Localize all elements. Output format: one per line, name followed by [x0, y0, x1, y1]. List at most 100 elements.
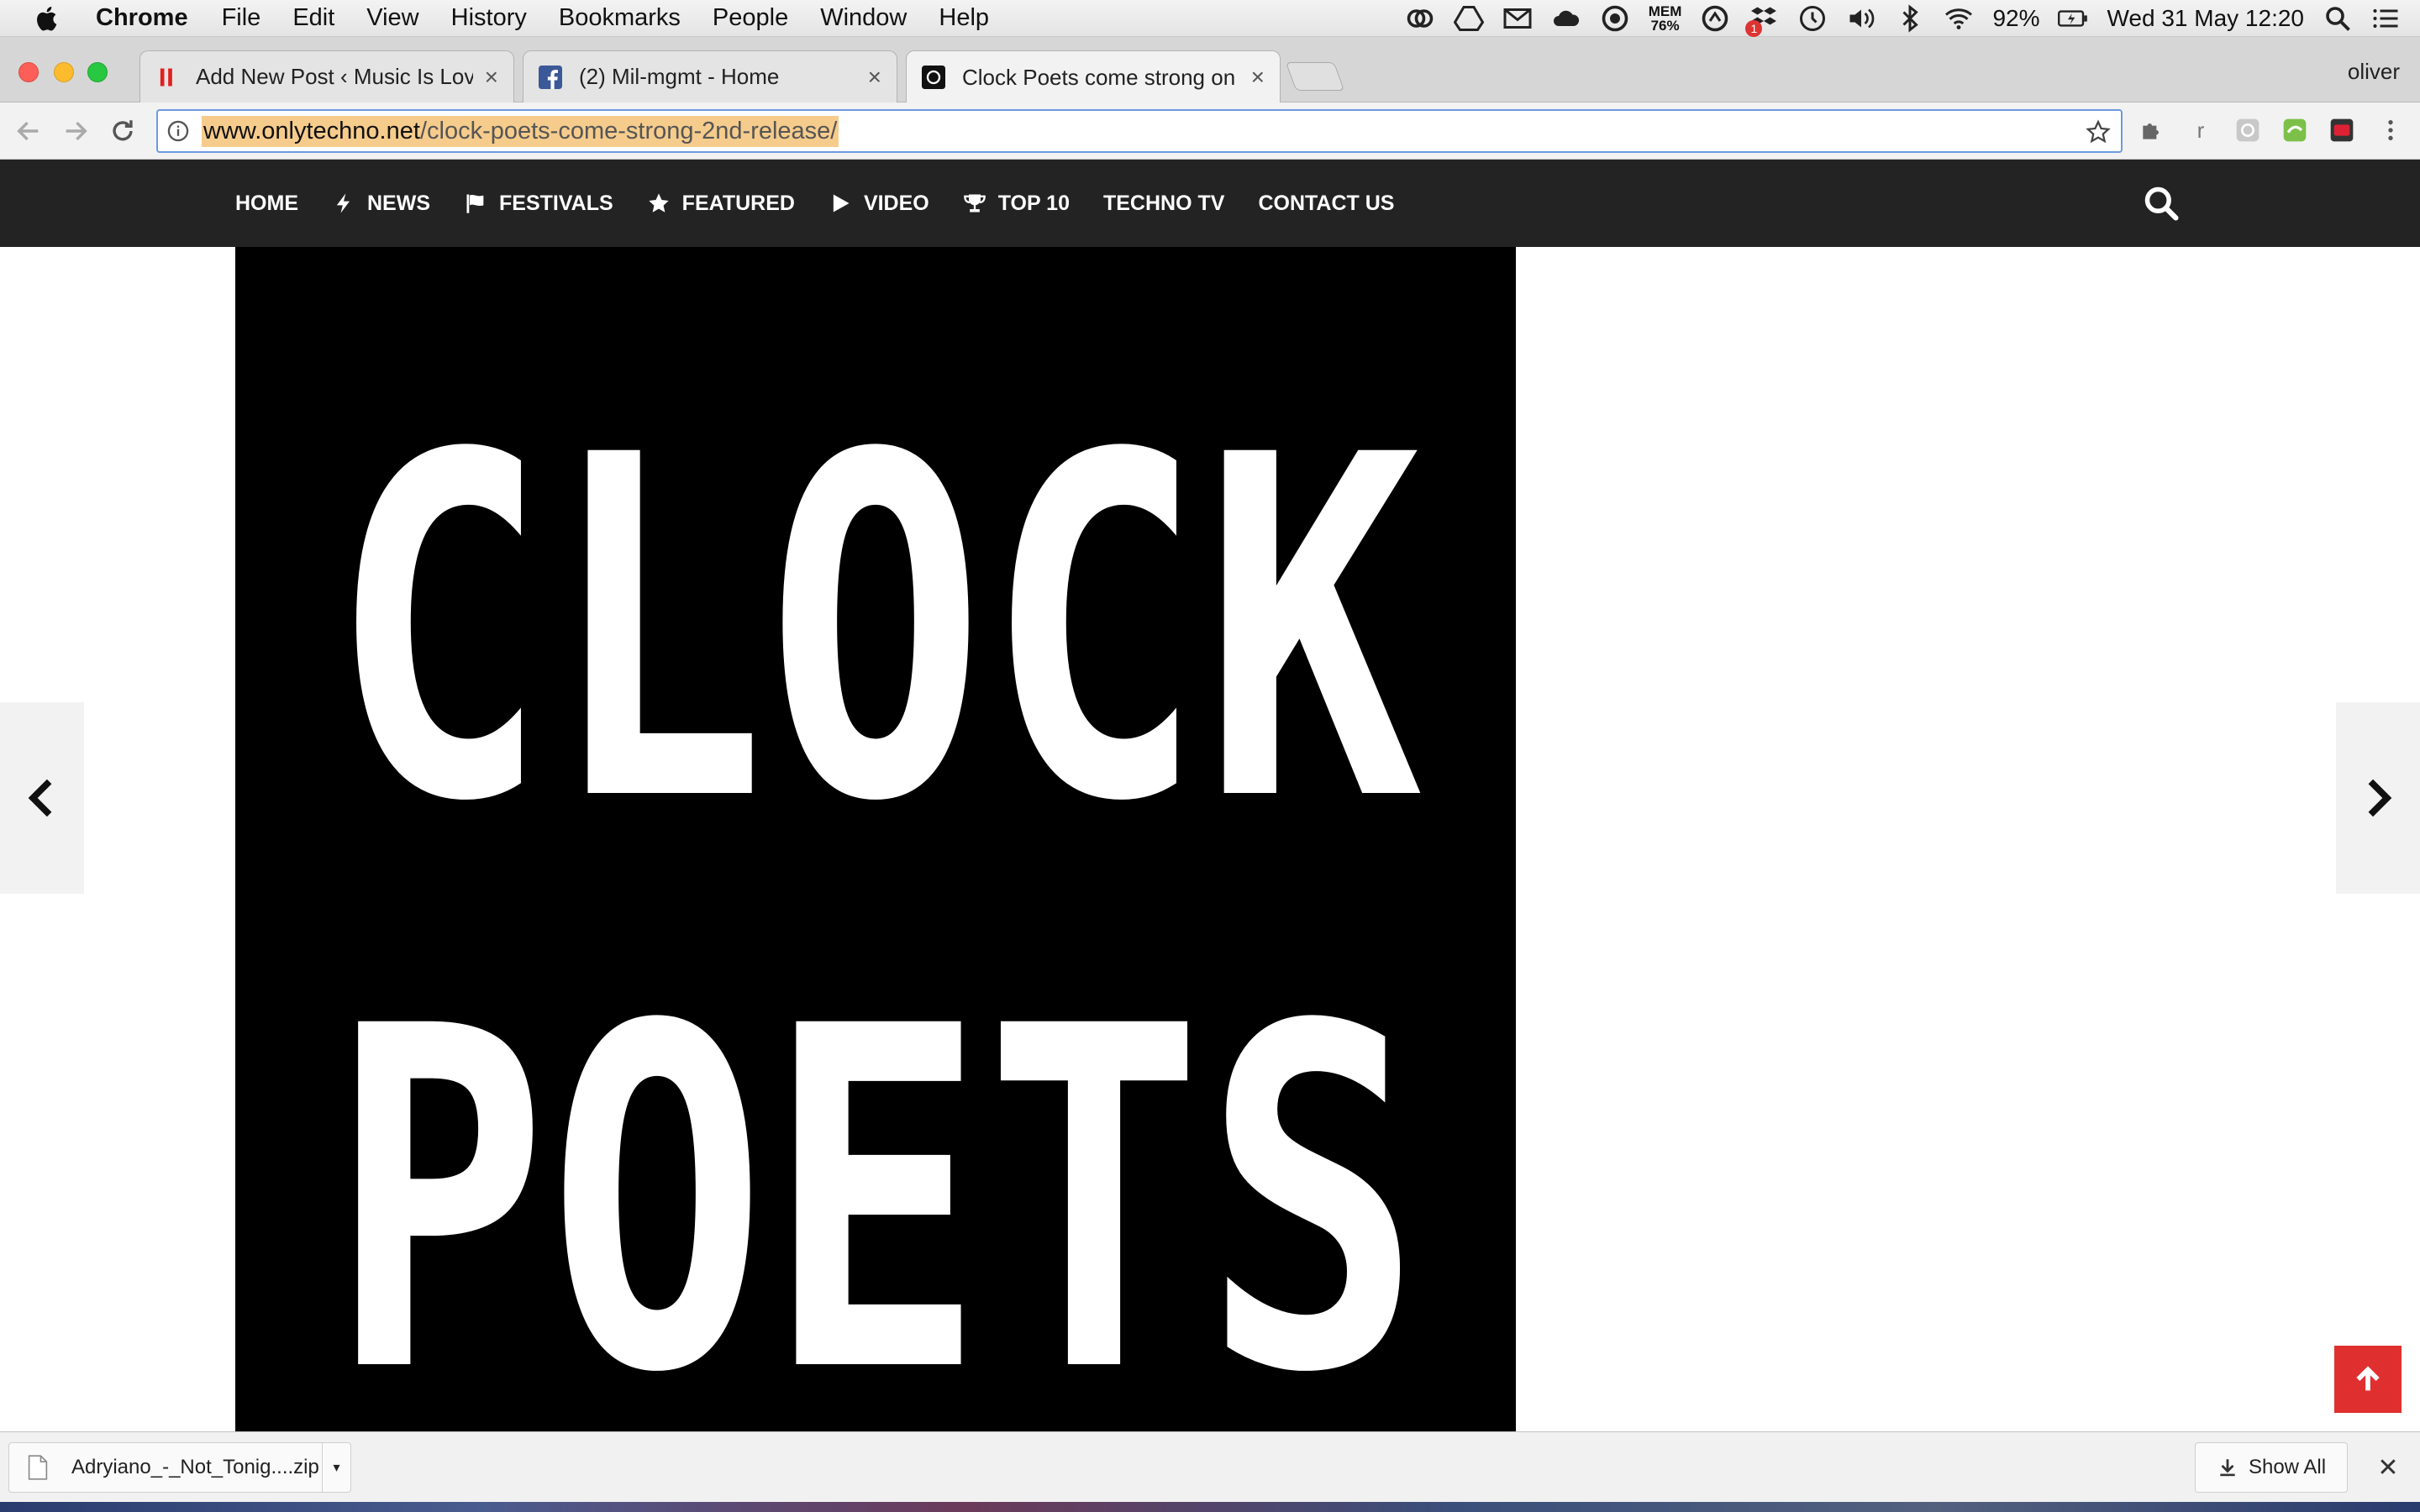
nav-label: NEWS: [367, 191, 430, 215]
tab-close-icon[interactable]: ×: [485, 64, 498, 91]
tab-strip: Add New Post ‹ Music Is Love — WordPress…: [0, 37, 2420, 103]
macos-menubar: Chrome File Edit View History Bookmarks …: [0, 0, 2420, 37]
nav-featured[interactable]: FEATURED: [647, 192, 795, 216]
desktop-wallpaper-strip: [0, 1502, 2420, 1512]
browser-toolbar: www.onlytechno.net/clock-poets-come-stro…: [0, 102, 2420, 160]
site-nav-bar: HOME NEWS FESTIVALS FEATURED VIDEO TOP 1…: [0, 160, 2420, 247]
istat-eye-icon[interactable]: [1600, 3, 1630, 34]
forward-arrow-icon[interactable]: [60, 116, 91, 146]
url-host: www.onlytechno.net: [203, 117, 420, 144]
nav-label: VIDEO: [863, 191, 929, 215]
next-post-button[interactable]: [2336, 702, 2420, 894]
web-page: HOME NEWS FESTIVALS FEATURED VIDEO TOP 1…: [0, 160, 2420, 1431]
reload-icon[interactable]: [108, 116, 138, 146]
tab-mil-mgmt[interactable]: (2) Mil-mgmt - Home ×: [523, 50, 897, 102]
download-icon: [2220, 1459, 2235, 1477]
nav-label: TECHNO TV: [1102, 191, 1225, 215]
tab-title: (2) Mil-mgmt - Home: [579, 64, 780, 89]
onlytechno-favicon-icon: [922, 66, 945, 89]
search-icon[interactable]: [2143, 185, 2180, 222]
nav-top-10[interactable]: TOP 10: [963, 192, 1070, 216]
nav-video[interactable]: VIDEO: [829, 192, 929, 216]
volume-icon[interactable]: [1846, 3, 1876, 34]
url-text[interactable]: www.onlytechno.net/clock-poets-come-stro…: [202, 115, 839, 147]
flag-icon: [466, 194, 484, 213]
window-minimize-button[interactable]: [54, 62, 74, 82]
show-all-label: Show All: [2248, 1456, 2327, 1478]
window-close-button[interactable]: [18, 62, 39, 82]
bookmark-star-icon[interactable]: [2086, 119, 2111, 144]
nav-label: CONTACT US: [1258, 191, 1395, 215]
url-path: /clock-poets-come-strong-2nd-release/: [419, 117, 838, 144]
tab-close-icon[interactable]: ×: [868, 64, 881, 91]
menu-app-chrome[interactable]: Chrome: [96, 4, 188, 32]
show-all-downloads-button[interactable]: Show All: [2195, 1442, 2348, 1493]
trophy-icon: [963, 194, 986, 213]
menu-window[interactable]: Window: [820, 4, 907, 32]
time-machine-icon[interactable]: [1797, 3, 1828, 34]
scroll-to-top-button[interactable]: [2334, 1346, 2402, 1413]
battery-percent: 92%: [1992, 5, 2040, 31]
extension-green-icon[interactable]: [2281, 116, 2309, 144]
bolt-icon: [336, 193, 350, 213]
window-zoom-button[interactable]: [87, 62, 108, 82]
menu-file[interactable]: File: [222, 4, 261, 32]
back-arrow-icon[interactable]: [13, 116, 44, 146]
extension-puzzle-icon[interactable]: [2138, 116, 2166, 144]
cloud-icon[interactable]: [1551, 3, 1581, 34]
dropbox-icon[interactable]: 1: [1745, 3, 1779, 37]
google-drive-icon[interactable]: [1453, 3, 1484, 34]
download-menu-icon[interactable]: ▾: [322, 1443, 350, 1492]
menu-edit[interactable]: Edit: [292, 4, 334, 32]
site-info-icon[interactable]: [166, 119, 190, 143]
tab-title: Add New Post ‹ Music Is Love — WordPress: [196, 64, 473, 89]
hero-image: CLOCK POETS: [235, 247, 1516, 1431]
chevron-right-icon: [2368, 779, 2392, 817]
file-icon: [28, 1455, 48, 1480]
nav-label: HOME: [235, 191, 298, 215]
apple-logo-icon[interactable]: [34, 4, 62, 33]
menu-people[interactable]: People: [713, 4, 788, 32]
wifi-icon[interactable]: [1944, 3, 1974, 34]
download-filename: Adryiano_-_Not_Tonig....zip: [71, 1456, 319, 1478]
play-icon: [833, 194, 850, 213]
nav-home[interactable]: HOME: [235, 192, 298, 216]
tab-clock-poets[interactable]: Clock Poets come strong on their 2nd rel…: [906, 50, 1281, 103]
menu-view[interactable]: View: [366, 4, 418, 32]
close-icon[interactable]: ✕: [2373, 1452, 2403, 1483]
address-bar[interactable]: www.onlytechno.net/clock-poets-come-stro…: [156, 109, 2123, 153]
facebook-favicon-icon: [539, 65, 562, 89]
nav-label: FESTIVALS: [499, 191, 613, 215]
nav-techno-tv[interactable]: TECHNO TV: [1103, 192, 1224, 216]
music-is-love-favicon-icon: [155, 66, 179, 89]
menu-history[interactable]: History: [451, 4, 527, 32]
nav-news[interactable]: NEWS: [332, 192, 430, 216]
extension-r-icon[interactable]: r: [2186, 116, 2215, 144]
chevron-left-icon: [28, 779, 52, 817]
tab-close-icon[interactable]: ×: [1251, 64, 1265, 91]
nav-contact-us[interactable]: CONTACT US: [1258, 192, 1394, 216]
battery-icon[interactable]: [2058, 3, 2088, 34]
tab-title: Clock Poets come strong on their 2nd rel…: [962, 64, 1239, 90]
profile-name[interactable]: oliver: [2348, 59, 2400, 85]
previous-post-button[interactable]: [0, 702, 84, 894]
extension-red-icon[interactable]: [2328, 116, 2356, 144]
extension-grey-icon[interactable]: [2233, 116, 2262, 144]
nav-label: TOP 10: [997, 191, 1070, 215]
chrome-menu-icon[interactable]: [2376, 116, 2405, 144]
mem-value: 76%: [1650, 18, 1680, 34]
menu-help[interactable]: Help: [939, 4, 989, 32]
nav-festivals[interactable]: FESTIVALS: [464, 192, 613, 216]
clock[interactable]: Wed 31 May 12:20: [2107, 5, 2304, 32]
menu-bookmarks[interactable]: Bookmarks: [559, 4, 681, 32]
new-tab-button[interactable]: [1285, 62, 1345, 91]
download-item[interactable]: Adryiano_-_Not_Tonig....zip ▾: [8, 1442, 351, 1493]
sync-icon[interactable]: [1700, 3, 1730, 34]
notification-center-icon[interactable]: [2371, 3, 2402, 34]
nav-label: FEATURED: [681, 191, 795, 215]
bluetooth-icon[interactable]: [1895, 3, 1925, 34]
tab-add-new-post[interactable]: Add New Post ‹ Music Is Love — WordPress…: [139, 50, 514, 102]
spotlight-icon[interactable]: [2323, 3, 2353, 34]
mail-icon[interactable]: [1502, 3, 1533, 34]
creative-cloud-icon[interactable]: [1405, 3, 1435, 34]
